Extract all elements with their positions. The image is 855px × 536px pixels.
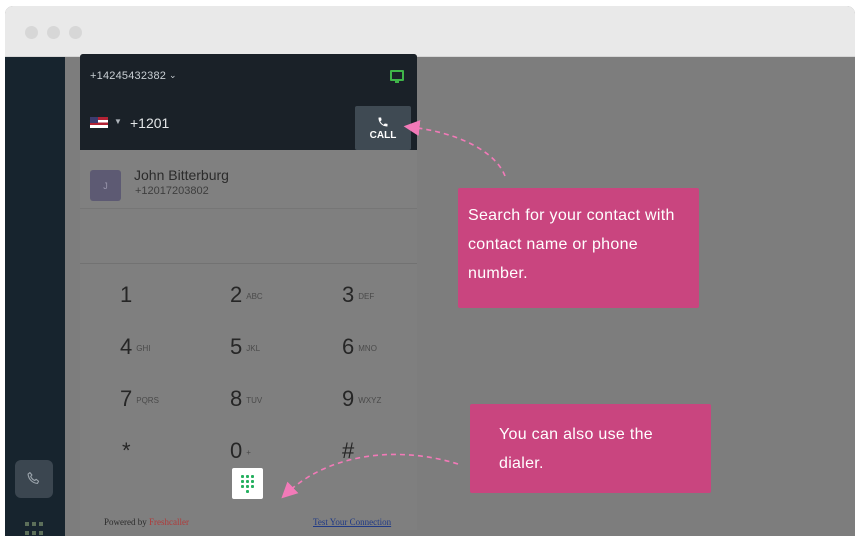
search-tooltip-arrow — [403, 120, 506, 177]
tooltip-arrows — [281, 120, 506, 499]
dialer-tooltip-arrow — [281, 453, 459, 499]
